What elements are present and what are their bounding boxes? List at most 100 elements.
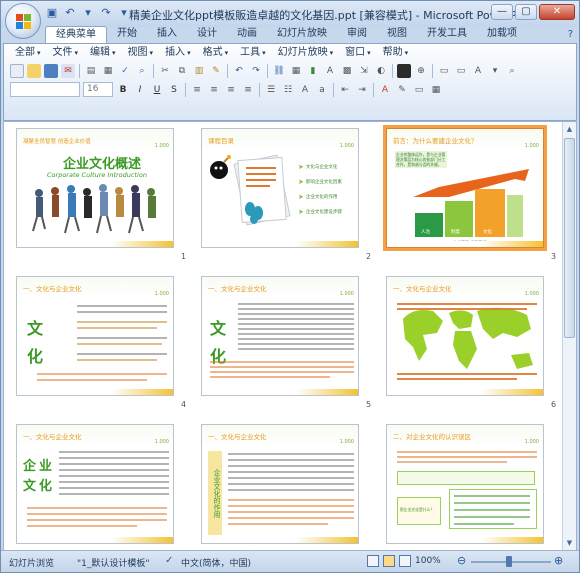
save-icon[interactable]: ▣ [45,6,59,20]
vertical-scrollbar[interactable]: ▲ ▼ [562,122,576,550]
menu-window[interactable]: 窗口 ▾ [340,46,376,60]
menu-insert[interactable]: 插入 ▾ [160,46,196,60]
slide-thumbnail[interactable]: 一、文化与企业文化 1.000 文 化 [16,276,174,396]
menu-tools[interactable]: 工具 ▾ [235,46,271,60]
paste-icon[interactable]: ▥ [192,64,206,78]
slide-thumbnail[interactable]: 一、文化与企业文化 1.000 企业文化的作用 [201,424,359,544]
menu-edit[interactable]: 编辑 ▾ [85,46,121,60]
tab-view[interactable]: 视图 [377,26,417,43]
menu-help[interactable]: 帮助 ▾ [378,46,414,60]
tab-developer[interactable]: 开发工具 [417,26,477,43]
copy-icon[interactable]: ⧉ [175,64,189,78]
menu-all[interactable]: 全部 ▾ [10,46,46,60]
zoom-slider-thumb[interactable] [506,556,512,567]
office-button[interactable] [5,3,41,39]
slide-thumbnail[interactable]: 一、文化与企业文化 1.000 企 业 文 化 [16,424,174,544]
menu-format[interactable]: 格式 ▾ [198,46,234,60]
slide-thumbnail[interactable]: 二、对企业文化的认识误区 1.000 那企业文化是什么？ [386,424,544,544]
table-icon[interactable]: ▦ [289,64,303,78]
tab-classic-menu[interactable]: 经典菜单 [45,26,107,44]
scroll-up-icon[interactable]: ▲ [563,122,576,136]
tab-addins[interactable]: 加载项 [477,26,527,43]
grid-icon[interactable]: ▩ [340,64,354,78]
tab-slideshow[interactable]: 幻灯片放映 [267,26,337,43]
slide-sorter-view-icon[interactable] [383,555,395,567]
minimize-button[interactable]: — [491,4,513,20]
tab-design[interactable]: 设计 [187,26,227,43]
format-painter-icon[interactable]: ✎ [209,64,223,78]
slide-thumbnail-selected[interactable]: 前言：为什么要建企业文化？ 1.000 企业的整体运作，是与企业管理决策层为核心… [383,125,547,251]
redo-icon[interactable]: ↷ [249,64,263,78]
permission-icon[interactable]: ✉ [61,64,75,78]
menu-file[interactable]: 文件 ▾ [48,46,84,60]
decrease-font-icon[interactable]: a [315,83,329,97]
dropdown-icon[interactable]: ▾ [81,6,95,20]
new-slide-icon[interactable]: ▭ [454,64,468,78]
spelling-icon[interactable]: ✓ [118,64,132,78]
textbox-icon[interactable]: A [323,64,337,78]
menu-slideshow[interactable]: 幻灯片放映 ▾ [273,46,339,60]
find-icon[interactable]: ⌕ [505,64,519,78]
redo-icon[interactable]: ↷ [99,6,113,20]
text-line [454,502,530,504]
new-slide-icon[interactable]: ▭ [412,83,426,97]
zoom-out-icon[interactable]: ⊖ [457,554,466,567]
tab-home[interactable]: 开始 [107,26,147,43]
spellcheck-icon[interactable]: ✓ [165,555,173,566]
slide-thumbnail[interactable]: 凝聚全员智慧 创造企业价值 1.000 企业文化概述 Corporate Cul… [16,128,174,248]
open-icon[interactable] [27,64,41,78]
close-button[interactable]: ✕ [539,4,575,20]
design-icon[interactable]: ✎ [395,83,409,97]
align-right-icon[interactable]: ≡ [224,83,238,97]
menu-view[interactable]: 视图 ▾ [123,46,159,60]
formatting-toolbar: 16 B I U S ≡ ≡ ≡ ≡ ☰ ☷ A a ⇤ ⇥ A ✎ ▭ ▦ [10,82,443,97]
slide-thumbnail[interactable]: 一、文化与企业文化 1.000 文 化 [201,276,359,396]
tab-review[interactable]: 审阅 [337,26,377,43]
font-color-icon[interactable]: A [471,64,485,78]
new-icon[interactable] [10,64,24,78]
undo-icon[interactable]: ↶ [232,64,246,78]
maximize-button[interactable]: ▢ [515,4,537,20]
slide-thumbnail[interactable]: 一、文化与企业文化 1.000 [386,276,544,396]
design-icon[interactable]: ▾ [488,64,502,78]
status-language[interactable]: 中文(简体，中国) [181,556,251,569]
hyperlink-icon[interactable]: ⛓ [272,64,286,78]
justify-icon[interactable]: ≡ [241,83,255,97]
normal-view-icon[interactable] [367,555,379,567]
help-icon[interactable]: ? [568,29,573,40]
undo-icon[interactable]: ↶ [63,6,77,20]
color-grayscale-icon[interactable]: ◐ [374,64,388,78]
tab-animation[interactable]: 动画 [227,26,267,43]
underline-icon[interactable]: U [150,83,164,97]
italic-icon[interactable]: I [133,83,147,97]
increase-font-icon[interactable]: A [298,83,312,97]
align-left-icon[interactable]: ≡ [190,83,204,97]
scrollbar-thumb[interactable] [564,138,575,338]
cut-icon[interactable]: ✂ [158,64,172,78]
font-color-icon[interactable]: A [378,83,392,97]
slide-thumbnail[interactable]: 课程目录 1.000 ➤ 文化与企业文化 ➤ 影响企业文化因素 ➤ 企业文化的作用 ➤… [201,128,359,248]
font-size-select[interactable]: 16 [83,82,113,97]
zoom-icon[interactable]: ⊕ [414,64,428,78]
font-name-select[interactable] [10,82,80,97]
fill-color-icon[interactable] [397,64,411,78]
scroll-down-icon[interactable]: ▼ [563,536,576,550]
align-center-icon[interactable]: ≡ [207,83,221,97]
numbering-icon[interactable]: ☷ [281,83,295,97]
shadow-icon[interactable]: S [167,83,181,97]
slideshow-view-icon[interactable] [399,555,411,567]
slide-layout-icon[interactable]: ▦ [429,83,443,97]
bullets-icon[interactable]: ☰ [264,83,278,97]
expand-icon[interactable]: ⇲ [357,64,371,78]
research-icon[interactable]: ⌕ [135,64,149,78]
print-icon[interactable]: ▤ [84,64,98,78]
bold-icon[interactable]: B [116,83,130,97]
decrease-indent-icon[interactable]: ⇤ [338,83,352,97]
increase-indent-icon[interactable]: ⇥ [355,83,369,97]
tab-insert[interactable]: 插入 [147,26,187,43]
layout-icon[interactable]: ▭ [437,64,451,78]
zoom-in-icon[interactable]: ⊕ [554,554,563,567]
chart-icon[interactable]: ▮ [306,64,320,78]
print-preview-icon[interactable]: ▦ [101,64,115,78]
save-icon[interactable] [44,64,58,78]
